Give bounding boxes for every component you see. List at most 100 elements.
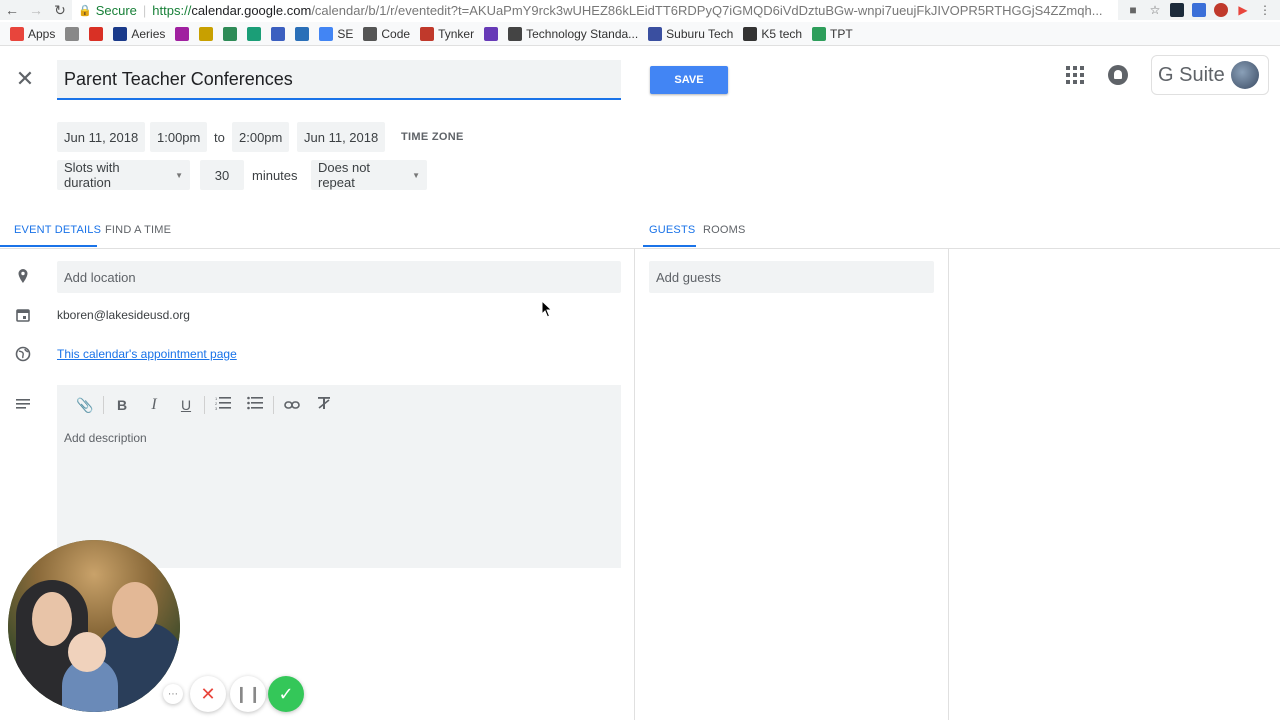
end-date-chip[interactable]: Jun 11, 2018 <box>297 122 386 152</box>
bookmark-item[interactable]: Tynker <box>420 26 474 41</box>
bookmark-item[interactable] <box>89 26 104 41</box>
notifications-icon[interactable] <box>1108 65 1128 85</box>
reload-icon[interactable]: ↻ <box>48 2 72 19</box>
omnibox-separator: | <box>142 2 147 18</box>
bookmark-item[interactable]: Suburu Tech <box>648 26 734 41</box>
extension-area: ■ ☆ ▶ ⋮ <box>1118 3 1280 17</box>
bookmark-label: Suburu Tech <box>666 26 734 41</box>
gmail-icon <box>89 26 104 41</box>
bookmark-item[interactable] <box>484 26 499 41</box>
cancel-recording-icon[interactable]: ✕ <box>190 676 226 712</box>
more-options-icon[interactable]: ⋯ <box>163 684 183 704</box>
bookmark-item[interactable]: Aeries <box>113 26 165 41</box>
dropdown-caret-icon: ▼ <box>412 170 420 180</box>
clear-formatting-icon[interactable] <box>308 395 340 415</box>
attachment-icon[interactable]: 📎 <box>69 395 101 415</box>
timezone-button[interactable]: TIME ZONE <box>401 131 464 143</box>
extension-red-icon[interactable]: ▶ <box>1236 3 1250 17</box>
bookmark-item[interactable]: Code <box>363 26 411 41</box>
account-avatar[interactable] <box>1230 61 1259 89</box>
url-path: /calendar/b/1/r/eventedit?t=AKUaPmY9rck3… <box>311 2 1103 18</box>
repeat-select[interactable]: Does not repeat ▼ <box>311 160 427 190</box>
teal-icon <box>247 26 262 41</box>
italic-icon[interactable]: I <box>138 395 170 415</box>
forms-icon <box>484 26 499 41</box>
tabs-divider <box>0 248 1280 249</box>
active-tab-indicator <box>0 245 97 247</box>
tab-rooms[interactable]: ROOMS <box>703 224 746 236</box>
google-apps-icon[interactable] <box>1066 66 1084 84</box>
guests-input[interactable]: Add guests <box>649 261 934 293</box>
title-field[interactable] <box>57 60 621 100</box>
bookmark-label: Code <box>381 26 411 41</box>
mountain-icon <box>295 26 310 41</box>
appointment-page-link[interactable]: This calendar's appointment page <box>57 347 237 361</box>
bookmark-item[interactable]: K5 tech <box>743 26 802 41</box>
calendar-owner[interactable]: kboren@lakesideusd.org <box>57 308 190 322</box>
c-icon <box>271 26 286 41</box>
bulleted-list-icon[interactable] <box>239 395 271 415</box>
browser-toolbar: ← → ↻ 🔒 Secure | https:// calendar.googl… <box>0 0 1280 20</box>
back-arrow-icon[interactable]: ← <box>0 2 24 18</box>
close-icon[interactable]: ✕ <box>14 68 36 90</box>
toolbar-separator <box>273 396 274 414</box>
bookmark-item[interactable]: SE <box>319 26 353 41</box>
menu-kebab-icon[interactable]: ⋮ <box>1258 3 1272 17</box>
tab-guests[interactable]: GUESTS <box>649 224 695 236</box>
extension-dark-icon[interactable] <box>1170 3 1184 17</box>
tpt-icon <box>812 26 827 41</box>
bookmark-item[interactable] <box>247 26 262 41</box>
location-input[interactable]: Add location <box>57 261 621 293</box>
cde-icon <box>508 26 523 41</box>
account-switcher[interactable]: G Suite <box>1151 55 1269 95</box>
extension-chrome-icon[interactable] <box>1214 3 1228 17</box>
save-button[interactable]: SAVE <box>650 66 728 94</box>
duration-input[interactable]: 30 <box>200 160 244 190</box>
tab-event-details[interactable]: EVENT DETAILS <box>14 224 101 236</box>
bookmark-label: Technology Standa... <box>526 26 639 41</box>
pause-recording-icon[interactable]: ❙❙ <box>230 676 266 712</box>
bookmark-item[interactable] <box>295 26 310 41</box>
star-icon[interactable]: ☆ <box>1148 3 1162 17</box>
extension-blue-icon[interactable] <box>1192 3 1206 17</box>
bookmark-item[interactable] <box>223 26 238 41</box>
k5-icon <box>743 26 758 41</box>
active-tab-indicator <box>643 245 696 247</box>
forward-arrow-icon[interactable]: → <box>24 2 48 18</box>
toolbar-separator <box>204 396 205 414</box>
underline-icon[interactable]: U <box>170 395 202 415</box>
bold-icon[interactable]: B <box>106 395 138 415</box>
slot-mode-select[interactable]: Slots with duration ▼ <box>57 160 190 190</box>
bookmark-item[interactable]: TPT <box>812 26 853 41</box>
bookmarks-bar: Apps Aeries SE Code Tynker Technology Standa.… <box>0 22 1280 46</box>
bookmark-item[interactable] <box>199 26 214 41</box>
formatting-toolbar: 📎 B I U 123 <box>69 395 340 415</box>
bookmark-item[interactable]: Technology Standa... <box>508 26 639 41</box>
end-time-chip[interactable]: 2:00pm <box>232 122 290 152</box>
aeries-icon <box>113 26 128 41</box>
webcam-overlay <box>8 540 180 712</box>
bookmark-label: Apps <box>28 26 56 41</box>
numbered-list-icon[interactable]: 123 <box>207 395 239 415</box>
bookmark-item[interactable]: Apps <box>10 26 56 41</box>
bookmark-item[interactable] <box>271 26 286 41</box>
link-icon[interactable] <box>276 395 308 415</box>
to-label: to <box>214 130 225 145</box>
tab-find-a-time[interactable]: FIND A TIME <box>105 224 171 236</box>
toolbar-separator <box>103 396 104 414</box>
camera-icon[interactable]: ■ <box>1126 3 1140 17</box>
yellow-icon <box>199 26 214 41</box>
finish-recording-icon[interactable]: ✓ <box>268 676 304 712</box>
location-pin-icon <box>15 268 31 284</box>
start-time-chip[interactable]: 1:00pm <box>150 122 208 152</box>
suburu-icon <box>648 26 663 41</box>
globe-icon <box>15 346 31 362</box>
apps-grid-icon <box>10 26 24 41</box>
address-bar[interactable]: 🔒 Secure | https:// calendar.google.com … <box>72 0 1118 20</box>
event-title-input[interactable] <box>64 68 614 90</box>
bookmark-item[interactable] <box>175 26 190 41</box>
start-date-chip[interactable]: Jun 11, 2018 <box>57 122 146 152</box>
column-divider <box>948 248 949 720</box>
p-icon <box>175 26 190 41</box>
bookmark-item[interactable] <box>65 26 80 41</box>
